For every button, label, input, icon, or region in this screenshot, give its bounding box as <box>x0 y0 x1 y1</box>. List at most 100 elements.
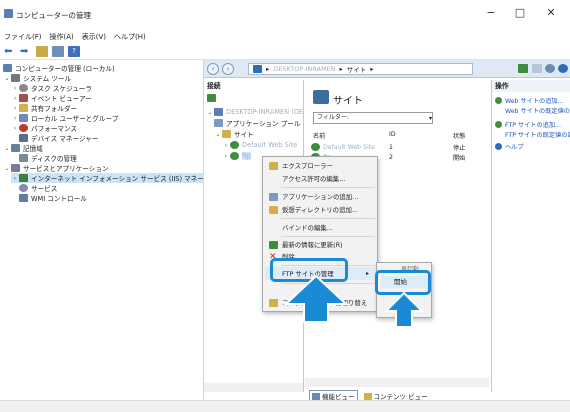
tree-item-event-viewer[interactable]: › イベント ビューアー <box>11 93 92 103</box>
refresh-view-icon[interactable] <box>518 64 528 73</box>
iis-icon <box>19 174 28 182</box>
show-hide-tree-icon[interactable] <box>52 46 64 57</box>
wmi-icon <box>19 194 28 202</box>
sites-icon <box>313 90 329 104</box>
menu-item-add-application[interactable]: アプリケーションの追加... <box>265 190 375 203</box>
forward-icon[interactable]: › <box>222 62 234 75</box>
iis-home-icon <box>253 65 262 73</box>
address-path[interactable]: ▸ DESKTOP-INRAMEN ▸ サイト ▸ <box>248 63 473 75</box>
tree-item-local-users[interactable]: › ローカル ユーザーとグループ <box>11 113 118 123</box>
conn-item-server[interactable]: ⌄ DESKTOP-INRAMEN (DE <box>206 107 303 117</box>
page-title: サイト <box>333 96 363 107</box>
sites-folder-icon <box>222 130 231 138</box>
tree-item-system-tools[interactable]: ⌄ システム ツール <box>3 73 71 83</box>
app-pool-icon <box>214 119 223 127</box>
menu-separator <box>281 218 375 219</box>
clock-icon <box>19 84 28 92</box>
users-icon <box>19 114 28 122</box>
computer-icon <box>3 64 12 72</box>
action-ftp-defaults[interactable]: FTP サイトの既定値の設定... <box>505 130 570 139</box>
back-icon[interactable]: ‹ <box>207 62 219 75</box>
tree-item-device-manager[interactable]: デバイス マネージャー <box>19 133 98 143</box>
tree-item-performance[interactable]: › パフォーマンス <box>11 123 77 133</box>
horizontal-scrollbar[interactable] <box>204 383 303 392</box>
chevron-down-icon[interactable]: ⌄ <box>3 165 11 172</box>
close-button[interactable]: ✕ <box>540 6 562 24</box>
chevron-right-icon[interactable]: › <box>11 125 19 132</box>
tree-item-storage[interactable]: ⌄ 記憶域 <box>3 143 43 153</box>
tree-item-services-apps[interactable]: ⌄ サービスとアプリケーション <box>3 163 109 173</box>
title-bar: コンピューターの管理 − □ ✕ <box>0 0 570 30</box>
menu-help[interactable]: ヘルプ(H) <box>114 32 146 42</box>
tree-item-root[interactable]: コンピューターの管理 (ローカル) <box>3 63 115 73</box>
action-website-defaults[interactable]: Web サイトの既定値の設定... <box>505 106 570 115</box>
tree-item-task-scheduler[interactable]: › タスク スケジューラ <box>11 83 92 93</box>
chevron-down-icon[interactable]: ⌄ <box>3 75 11 82</box>
chevron-right-icon[interactable]: › <box>11 85 19 92</box>
maximize-button[interactable]: □ <box>509 6 531 24</box>
tree-item-shared-folders[interactable]: › 共有フォルダー <box>11 103 77 113</box>
tree-item-wmi[interactable]: WMI コントロール <box>19 193 87 203</box>
tree-item-disk-management[interactable]: ディスクの管理 <box>19 153 77 163</box>
menu-item-edit-bindings[interactable]: バインドの編集... <box>265 221 375 234</box>
chevron-right-icon[interactable]: › <box>222 153 230 160</box>
virtual-directory-icon <box>269 205 278 214</box>
folder-icon <box>269 161 278 170</box>
menu-item-edit-permissions[interactable]: アクセス許可の編集... <box>265 172 375 185</box>
up-folder-icon[interactable] <box>36 46 48 57</box>
action-add-ftp[interactable]: FTP サイトの追加... <box>495 120 561 129</box>
filter-dropdown-icon[interactable]: ▾ <box>429 115 432 122</box>
filter-input[interactable]: フィルター: <box>313 112 433 124</box>
application-icon <box>269 192 278 201</box>
column-id[interactable]: ID <box>389 131 396 138</box>
menu-view[interactable]: 表示(V) <box>82 32 106 42</box>
event-log-icon <box>19 94 28 102</box>
conn-item-ftp-site[interactable]: › ftp <box>222 151 251 161</box>
breadcrumb-host[interactable]: DESKTOP-INRAMEN <box>273 65 335 73</box>
tree-item-iis-manager[interactable]: › インターネット インフォメーション サービス (IIS) マネージャー <box>11 173 228 183</box>
chevron-down-icon[interactable]: ⌄ <box>3 145 11 152</box>
menu-bar: ファイル(F) 操作(A) 表示(V) ヘルプ(H) <box>0 30 570 44</box>
menu-action[interactable]: 操作(A) <box>50 32 74 42</box>
menu-item-explore[interactable]: エクスプローラー <box>265 159 375 172</box>
chevron-right-icon[interactable]: › <box>11 115 19 122</box>
tree-item-services[interactable]: サービス <box>19 183 57 193</box>
horizontal-scrollbar[interactable] <box>305 378 489 387</box>
chevron-right-icon[interactable]: › <box>11 105 19 112</box>
action-help[interactable]: ヘルプ <box>495 142 524 151</box>
window-title: コンピューターの管理 <box>16 11 91 20</box>
chevron-right-icon[interactable]: › <box>222 142 230 149</box>
menu-separator <box>281 187 375 188</box>
chevron-down-icon[interactable]: ⌄ <box>214 131 222 138</box>
table-row[interactable]: Default Web Site 1 停止 <box>311 142 487 152</box>
home-icon[interactable] <box>545 64 555 73</box>
chevron-down-icon[interactable]: ⌄ <box>206 109 214 116</box>
forward-arrow-icon[interactable]: ➡ <box>20 46 32 57</box>
breadcrumb-sites[interactable]: サイト <box>347 64 367 74</box>
conn-item-app-pools[interactable]: アプリケーション プール <box>214 118 301 128</box>
connect-icon[interactable] <box>207 94 216 102</box>
conn-item-default-site[interactable]: › Default Web Site <box>222 140 297 150</box>
help-icon[interactable]: ? <box>68 46 80 57</box>
column-status[interactable]: 状態 <box>453 131 465 140</box>
help-icon[interactable] <box>558 64 568 73</box>
chevron-right-icon[interactable]: › <box>11 175 19 182</box>
column-name[interactable]: 名前 <box>313 131 325 140</box>
chevron-right-icon[interactable]: › <box>11 95 19 102</box>
connections-header: 接続 <box>207 82 221 90</box>
shared-folder-icon <box>19 104 28 112</box>
toolbar: ⬅ ➡ ? <box>0 44 570 60</box>
action-add-website[interactable]: Web サイトの追加... <box>495 96 563 105</box>
connections-toolbar <box>204 92 303 104</box>
disk-icon <box>19 154 28 162</box>
stop-icon[interactable] <box>532 64 542 73</box>
menu-file[interactable]: ファイル(F) <box>4 32 42 42</box>
minimize-button[interactable]: − <box>480 6 502 24</box>
conn-item-sites[interactable]: ⌄ サイト <box>214 129 254 139</box>
submenu-arrow-icon: ▸ <box>365 270 369 277</box>
add-ftp-icon <box>495 121 502 128</box>
help-icon <box>495 143 502 150</box>
back-arrow-icon[interactable]: ⬅ <box>4 46 16 57</box>
content-view-icon <box>269 298 278 307</box>
menu-item-add-virtual-directory[interactable]: 仮想ディレクトリの追加... <box>265 203 375 216</box>
